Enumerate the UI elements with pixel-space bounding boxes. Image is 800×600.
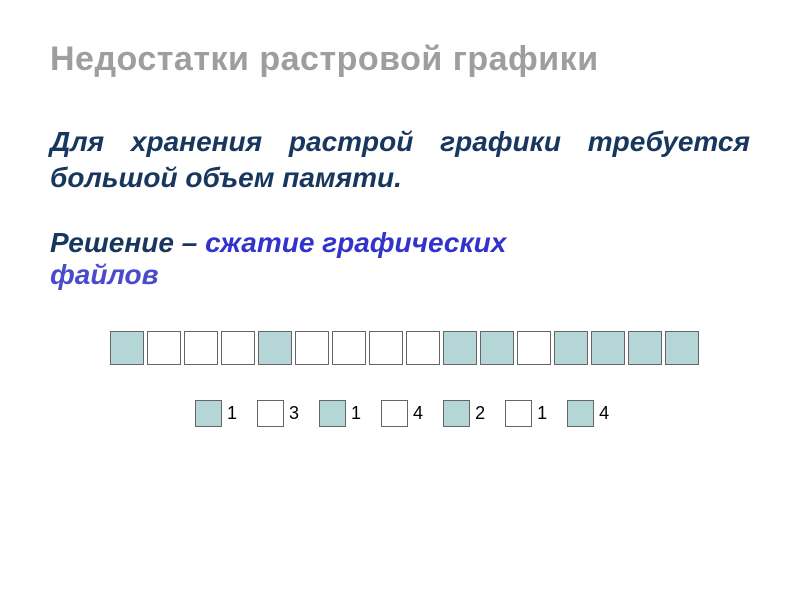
body-paragraph: Для хранения растрой графики требуется б…: [50, 124, 750, 197]
pixel-cell: [591, 331, 625, 365]
rle-encoding-row: 1 3 1 4 2 1 4: [195, 400, 750, 427]
rle-box: [505, 400, 532, 427]
solution-prefix: Решение –: [50, 227, 205, 258]
pixel-cell: [332, 331, 366, 365]
rle-count: 2: [475, 403, 485, 424]
pixel-cell: [554, 331, 588, 365]
slide-title: Недостатки растровой графики: [50, 40, 750, 79]
pixel-cell: [295, 331, 329, 365]
rle-box: [443, 400, 470, 427]
rle-count: 4: [413, 403, 423, 424]
solution-highlight: сжатие графических: [205, 227, 506, 258]
rle-count: 1: [227, 403, 237, 424]
pixel-cell: [258, 331, 292, 365]
rle-box: [381, 400, 408, 427]
rle-box: [257, 400, 284, 427]
pixel-cell: [369, 331, 403, 365]
pixel-row: [110, 331, 750, 365]
rle-box: [567, 400, 594, 427]
pixel-cell: [406, 331, 440, 365]
solution-highlight-2: файлов: [50, 259, 159, 290]
pixel-cell: [110, 331, 144, 365]
rle-count: 1: [537, 403, 547, 424]
pixel-cell: [443, 331, 477, 365]
solution-line: Решение – сжатие графических файлов: [50, 227, 750, 291]
pixel-cell: [184, 331, 218, 365]
pixel-cell: [628, 331, 662, 365]
rle-count: 1: [351, 403, 361, 424]
rle-box: [195, 400, 222, 427]
rle-count: 4: [599, 403, 609, 424]
pixel-cell: [221, 331, 255, 365]
rle-box: [319, 400, 346, 427]
pixel-cell: [480, 331, 514, 365]
pixel-cell: [517, 331, 551, 365]
pixel-cell: [147, 331, 181, 365]
rle-count: 3: [289, 403, 299, 424]
pixel-cell: [665, 331, 699, 365]
